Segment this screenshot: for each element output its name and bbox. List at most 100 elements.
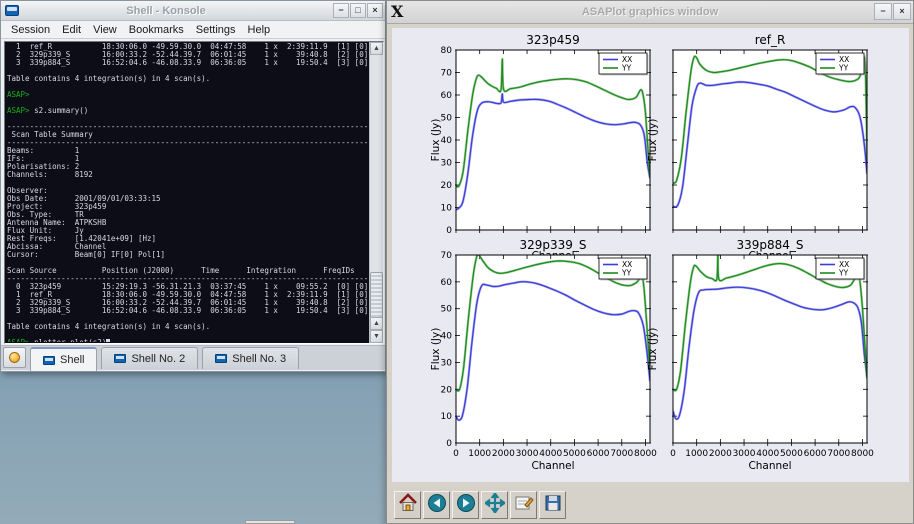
legend-yy-label: YY [621, 269, 632, 278]
minimize-button[interactable]: − [874, 3, 892, 20]
x-tick-label: 4000 [756, 449, 779, 459]
close-button[interactable]: × [893, 3, 911, 20]
subplot-title: 323p459 [526, 33, 579, 47]
x-tick-label: 1000 [685, 449, 708, 459]
konsole-window-title: Shell - Konsole [1, 5, 331, 17]
menu-item-view[interactable]: View [87, 23, 123, 37]
pan-button[interactable] [481, 491, 508, 519]
scroll-up2-icon[interactable]: ▲ [370, 317, 383, 330]
tab-label: Shell No. 3 [232, 353, 286, 365]
subplots-button[interactable] [510, 491, 537, 519]
terminal-text: 1 ref_R 18:30:06.0 -49.59.30.0 04:47:58 … [7, 43, 368, 342]
menu-item-edit[interactable]: Edit [56, 23, 87, 37]
terminal-line: ASAP> [7, 91, 368, 99]
y-tick-label: 40 [441, 136, 453, 146]
konsole-titlebar[interactable]: Shell - Konsole − □ × [1, 1, 385, 21]
home-button[interactable] [394, 491, 421, 519]
y-tick-label: 20 [441, 181, 453, 191]
save-button[interactable] [539, 491, 566, 519]
bottom-window-sliver [245, 520, 295, 524]
y-tick-label: 30 [441, 358, 453, 368]
desktop-background: Shell - Konsole − □ × SessionEditViewBoo… [0, 0, 914, 524]
menu-item-settings[interactable]: Settings [190, 23, 242, 37]
forward-button[interactable] [452, 491, 479, 519]
scrollbar-slider[interactable] [370, 272, 383, 318]
scroll-down-icon[interactable]: ▼ [370, 330, 383, 343]
subplot-323p459: 01020304050607080323p459Flux (Jy)Channel… [430, 33, 651, 262]
x-tick-label: 0 [670, 449, 676, 459]
shell-tab[interactable]: Shell No. 3 [202, 347, 299, 369]
terminal-line: ASAP> s2.summary() [7, 107, 368, 115]
axes-background [673, 50, 867, 230]
menu-item-help[interactable]: Help [242, 23, 277, 37]
axes-background [673, 255, 867, 443]
y-tick-label: 40 [441, 332, 453, 342]
subplots-icon [514, 493, 534, 518]
legend-yy-label: YY [838, 269, 849, 278]
terminal-line: Channels: 8192 [7, 171, 368, 179]
terminal-line: Table contains 4 integration(s) in 4 sca… [7, 75, 368, 83]
back-button[interactable] [423, 491, 450, 519]
terminal-line: 3 339p884_S 16:52:04.6 -46.08.33.9 06:36… [7, 59, 368, 67]
forward-icon [456, 493, 476, 518]
asaplot-window: X ASAPlot graphics window − × 0 10 20 30 40 5… [386, 0, 914, 524]
y-tick-label: 70 [441, 69, 453, 79]
asaplot-window-title: ASAPlot graphics window [387, 6, 913, 18]
x-tick-label: 6000 [804, 449, 827, 459]
konsole-menubar: SessionEditViewBookmarksSettingsHelp [1, 21, 385, 39]
x-tick-label: 2000 [709, 449, 732, 459]
x-tick-label: 5000 [563, 449, 586, 459]
y-tick-label: 10 [441, 412, 453, 422]
x-tick-label: 1000 [468, 449, 491, 459]
x-axis-label: Channel [531, 460, 574, 472]
terminal-area[interactable]: 1 ref_R 18:30:06.0 -49.59.30.0 04:47:58 … [4, 41, 384, 344]
x-axis-label: Channel [748, 460, 791, 472]
subplot-title: ref_R [755, 33, 786, 47]
x-tick-label: 8000 [634, 449, 657, 459]
new-session-button[interactable] [3, 347, 26, 368]
legend-yy-label: YY [621, 64, 632, 73]
pan-icon [485, 493, 505, 518]
x-tick-label: 4000 [539, 449, 562, 459]
axes-background [456, 255, 650, 443]
x-tick-label: 7000 [827, 449, 850, 459]
close-button[interactable]: × [367, 3, 383, 18]
plot-toolbar [387, 488, 913, 522]
figure-svg: 0 10 20 30 40 50 60 70 80 323p459 Flux (Jy) Channel… [392, 28, 909, 482]
x-tick-label: 3000 [516, 449, 539, 459]
terminal-scrollbar[interactable]: ▲ ▲ ▼ [369, 42, 383, 343]
shell-icon [43, 356, 55, 365]
scroll-up-icon[interactable]: ▲ [370, 42, 383, 55]
terminal-line: 3 339p884_S 16:52:04.6 -46.08.33.9 06:36… [7, 307, 368, 315]
x-tick-label: 3000 [733, 449, 756, 459]
axes-background [456, 50, 650, 230]
y-tick-label: 20 [441, 385, 453, 395]
menu-item-bookmarks[interactable]: Bookmarks [123, 23, 190, 37]
x-tick-label: 8000 [851, 449, 874, 459]
legend: XXYY [816, 258, 866, 281]
x-tick-label: 0 [453, 449, 459, 459]
shell-tab[interactable]: Shell No. 2 [101, 347, 198, 369]
y-tick-label: 80 [441, 46, 453, 56]
asaplot-titlebar[interactable]: X ASAPlot graphics window − × [387, 1, 913, 24]
matplotlib-figure[interactable]: 0 10 20 30 40 50 60 70 80 323p459 Flux (Jy) Channel… [392, 28, 909, 482]
shell-icon [215, 354, 227, 363]
y-tick-label: 60 [441, 278, 453, 288]
y-tick-label: 50 [441, 114, 453, 124]
shell-icon [114, 354, 126, 363]
new-session-icon [9, 352, 20, 363]
menu-item-session[interactable]: Session [5, 23, 56, 37]
y-tick-label: 10 [441, 204, 453, 214]
minimize-button[interactable]: − [333, 3, 349, 18]
tab-label: Shell No. 2 [131, 353, 185, 365]
maximize-button[interactable]: □ [350, 3, 366, 18]
save-icon [543, 493, 563, 518]
terminal-line: Table contains 4 integration(s) in 4 sca… [7, 323, 368, 331]
y-axis-label: Flux (Jy) [430, 328, 442, 371]
legend: XXYY [816, 53, 866, 76]
konsole-tabbar: Shell Shell No. 2 Shell No. 3 [1, 345, 385, 370]
subplot-ref_R: ref_RFlux (Jy)ChannelXXYY [647, 33, 868, 262]
shell-tab[interactable]: Shell [30, 347, 97, 371]
subplot-329p339_S: 0102030405060700100020003000400050006000… [430, 238, 657, 472]
y-tick-label: 30 [441, 159, 453, 169]
